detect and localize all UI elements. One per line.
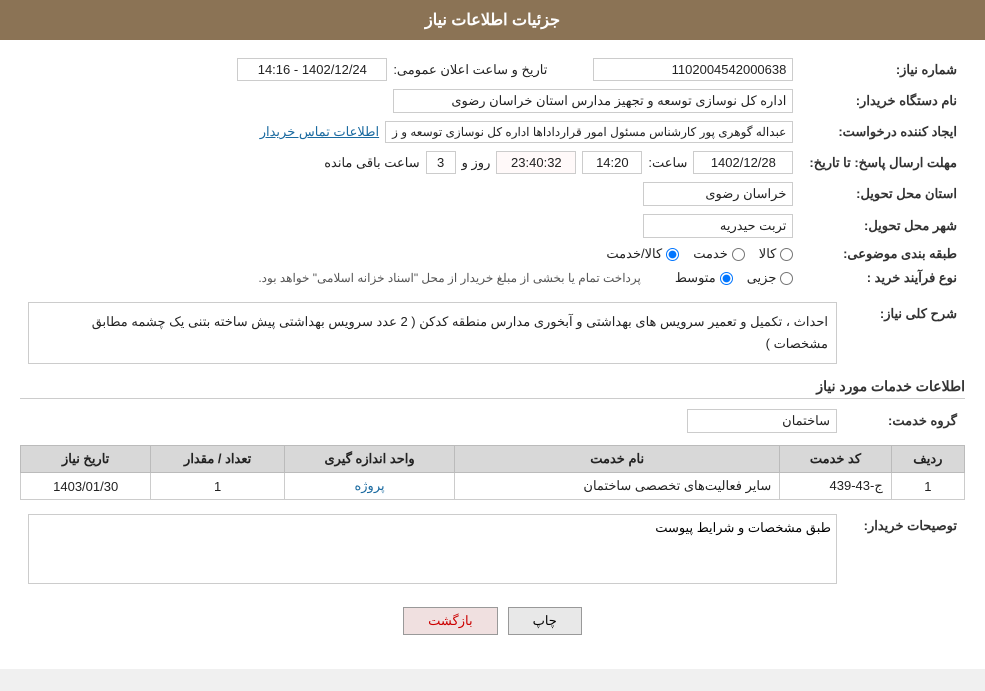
aalan-value: 1402/12/24 - 14:16 — [237, 58, 387, 81]
aalan-label: تاریخ و ساعت اعلان عمومی: — [393, 62, 547, 78]
page-header: جزئیات اطلاعات نیاز — [0, 0, 985, 40]
radio-jozee-input[interactable] — [780, 272, 793, 285]
radio-khedmat[interactable]: خدمت — [693, 246, 745, 262]
grooh-label: گروه خدمت: — [845, 405, 965, 437]
nooe-farayand-cell: جزیی متوسط پرداخت تمام یا بخشی از مبلغ خ… — [20, 266, 801, 290]
khadamat-title: اطلاعات خدمات مورد نیاز — [20, 378, 965, 399]
moholat-cell: 1402/12/28 ساعت: 14:20 23:40:32 روز و 3 … — [20, 147, 801, 178]
shahr-label: شهر محل تحویل: — [801, 210, 965, 242]
tabaqe-cell: کالا خدمت کالا/خدمت — [20, 242, 801, 266]
bottom-buttons: چاپ بازگشت — [20, 607, 965, 635]
toseifat-textarea[interactable] — [28, 514, 837, 584]
table-row: 1 ج-43-439 سایر فعالیت‌های تخصصی ساختمان… — [21, 473, 965, 500]
shomara-niaz-value: 1102004542000638 — [593, 58, 793, 81]
kala-khedmat-label: کالا/خدمت — [606, 246, 662, 262]
radio-kala[interactable]: کالا — [759, 246, 794, 262]
toseifat-label: توصیحات خریدار: — [845, 510, 965, 591]
col-count: تعداد / مقدار — [151, 446, 285, 473]
sharh-label: شرح کلی نیاز: — [845, 298, 965, 368]
nam-dastgah-cell: اداره کل نوسازی توسعه و تجهیز مدارس استا… — [20, 85, 801, 117]
ijad-value: عبداله گوهری پور کارشناس مسئول امور قرار… — [385, 121, 793, 143]
khedmat-label: خدمت — [693, 246, 728, 262]
nam-dastgah-value: اداره کل نوسازی توسعه و تجهیز مدارس استا… — [393, 89, 793, 113]
service-table: ردیف کد خدمت نام خدمت واحد اندازه گیری ت… — [20, 445, 965, 500]
radio-motavasset[interactable]: متوسط — [675, 270, 733, 286]
cell-count: 1 — [151, 473, 285, 500]
radio-kala-khedmat-input[interactable] — [666, 248, 679, 261]
col-date: تاریخ نیاز — [21, 446, 151, 473]
col-unit: واحد اندازه گیری — [284, 446, 454, 473]
shomara-niaz-cell: 1102004542000638 تاریخ و ساعت اعلان عموم… — [20, 54, 801, 85]
sharh-cell: احداث ، تکمیل و تعمیر سرویس های بهداشتی … — [20, 298, 845, 368]
moholat-label: مهلت ارسال پاسخ: تا تاریخ: — [801, 147, 965, 178]
radio-motavasset-input[interactable] — [720, 272, 733, 285]
roz-value: 3 — [426, 151, 456, 174]
jozee-label: جزیی — [747, 270, 777, 286]
tabaqe-label: طبقه بندی موضوعی: — [801, 242, 965, 266]
ostan-cell: خراسان رضوی — [20, 178, 801, 210]
motavasset-label: متوسط — [675, 270, 716, 286]
kala-label: کالا — [759, 246, 777, 262]
shahr-cell: تربت حیدریه — [20, 210, 801, 242]
page-wrapper: جزئیات اطلاعات نیاز شماره نیاز: 11020045… — [0, 0, 985, 669]
toseifat-table: توصیحات خریدار: — [20, 510, 965, 591]
grooh-cell: ساختمان — [20, 405, 845, 437]
col-name: نام خدمت — [455, 446, 780, 473]
cell-name: سایر فعالیت‌های تخصصی ساختمان — [455, 473, 780, 500]
saat-mande-label: ساعت باقی مانده — [324, 155, 419, 171]
countdown-value: 23:40:32 — [496, 151, 576, 174]
radio-kala-khedmat[interactable]: کالا/خدمت — [606, 246, 679, 262]
shomara-niaz-label: شماره نیاز: — [801, 54, 965, 85]
date-value: 1402/12/28 — [693, 151, 793, 174]
ijad-label: ایجاد کننده درخواست: — [801, 117, 965, 147]
nooe-farayand-label: نوع فرآیند خرید : — [801, 266, 965, 290]
cell-radif: 1 — [891, 473, 964, 500]
nam-dastgah-label: نام دستگاه خریدار: — [801, 85, 965, 117]
radio-kala-input[interactable] — [780, 248, 793, 261]
content-area: شماره نیاز: 1102004542000638 تاریخ و ساع… — [0, 40, 985, 649]
header-title: جزئیات اطلاعات نیاز — [425, 12, 560, 29]
grooh-value: ساختمان — [687, 409, 837, 433]
ostan-label: استان محل تحویل: — [801, 178, 965, 210]
radio-jozee[interactable]: جزیی — [747, 270, 794, 286]
cell-unit: پروژه — [284, 473, 454, 500]
shahr-value: تربت حیدریه — [643, 214, 793, 238]
btn-bazgasht[interactable]: بازگشت — [403, 607, 497, 635]
pardakht-text: پرداخت تمام یا بخشی از مبلغ خریدار از مح… — [258, 271, 641, 285]
time-label: ساعت: — [648, 155, 687, 171]
toseifat-cell — [20, 510, 845, 591]
ostan-value: خراسان رضوی — [643, 182, 793, 206]
cell-date: 1403/01/30 — [21, 473, 151, 500]
time-value: 14:20 — [582, 151, 642, 174]
sharh-table: شرح کلی نیاز: احداث ، تکمیل و تعمیر سروی… — [20, 298, 965, 368]
col-code: کد خدمت — [780, 446, 892, 473]
radio-khedmat-input[interactable] — [732, 248, 745, 261]
btn-chap[interactable]: چاپ — [508, 607, 582, 635]
grooh-table: گروه خدمت: ساختمان — [20, 405, 965, 437]
main-info-table: شماره نیاز: 1102004542000638 تاریخ و ساع… — [20, 54, 965, 290]
sharh-value: احداث ، تکمیل و تعمیر سرویس های بهداشتی … — [28, 302, 837, 364]
ijad-cell: عبداله گوهری پور کارشناس مسئول امور قرار… — [20, 117, 801, 147]
cell-code: ج-43-439 — [780, 473, 892, 500]
col-radif: ردیف — [891, 446, 964, 473]
contact-link[interactable]: اطلاعات تماس خریدار — [260, 124, 379, 140]
roz-label: روز و — [462, 155, 491, 171]
